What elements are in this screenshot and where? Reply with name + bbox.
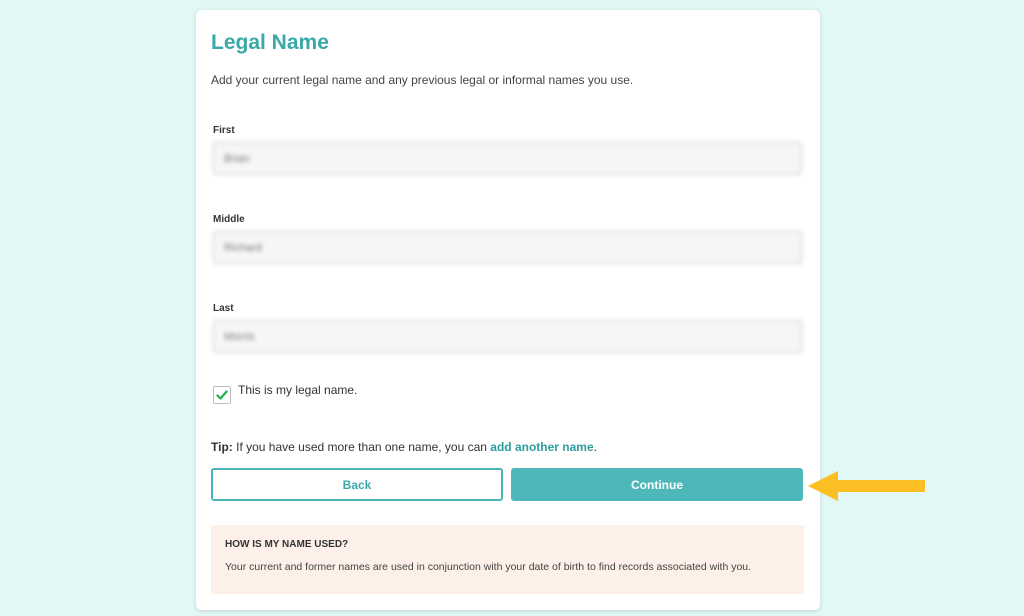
check-icon <box>216 390 228 400</box>
page-subtitle: Add your current legal name and any prev… <box>211 73 634 87</box>
arrow-left-icon <box>808 471 925 501</box>
legal-name-checkbox[interactable] <box>213 386 231 404</box>
first-name-input[interactable] <box>213 142 802 175</box>
name-usage-info-box: HOW IS MY NAME USED? Your current and fo… <box>211 525 804 594</box>
tip-body: If you have used more than one name, you… <box>232 440 491 454</box>
continue-button[interactable]: Continue <box>511 468 803 501</box>
tip-suffix: . <box>593 440 597 454</box>
add-another-name-link[interactable]: add another name <box>490 440 593 454</box>
info-title: HOW IS MY NAME USED? <box>225 539 349 550</box>
last-name-input[interactable] <box>213 320 802 353</box>
first-name-label: First <box>213 125 235 136</box>
tip-text: Tip: If you have used more than one name… <box>211 440 597 454</box>
back-button[interactable]: Back <box>211 468 503 501</box>
page-title: Legal Name <box>211 31 329 54</box>
legal-name-card: Legal Name Add your current legal name a… <box>196 10 820 610</box>
middle-name-label: Middle <box>213 214 245 225</box>
middle-name-input[interactable] <box>213 231 802 264</box>
info-text: Your current and former names are used i… <box>225 561 752 573</box>
tip-prefix: Tip: <box>211 440 233 454</box>
legal-name-checkbox-label: This is my legal name. <box>238 383 358 397</box>
last-name-label: Last <box>213 303 234 314</box>
